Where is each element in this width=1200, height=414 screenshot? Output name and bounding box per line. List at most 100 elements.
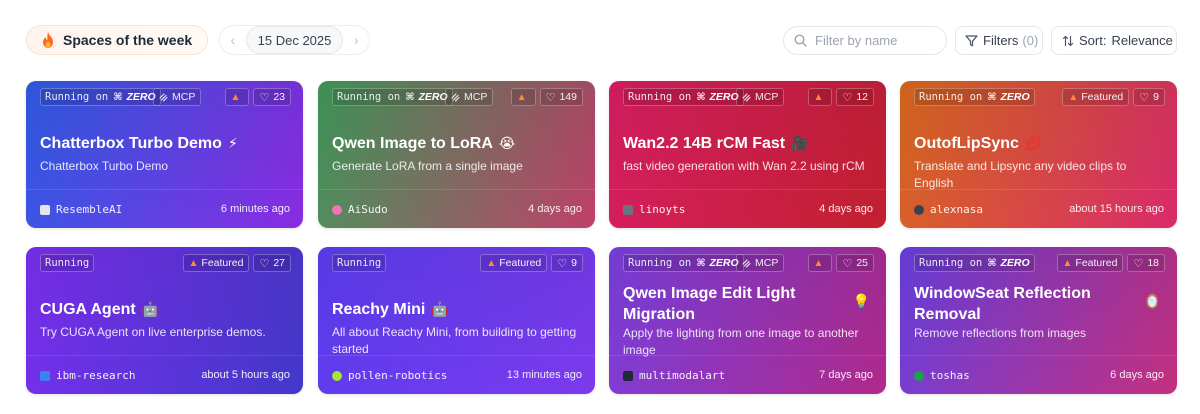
mcp-icon xyxy=(742,258,751,268)
zero-gpu-label: ZERO xyxy=(418,91,448,103)
filter-search-box[interactable] xyxy=(783,26,947,55)
zero-gpu-icon: ⌘ xyxy=(113,91,123,103)
like-button[interactable]: ♡ 149 xyxy=(539,88,583,106)
owner-name: linoyts xyxy=(639,203,686,216)
trending-badge: ▲ Featured xyxy=(1062,88,1130,106)
space-card[interactable]: Running on ⌘ ZERO MCP ▲ ♡ 23 Chatterbox Turbo D… xyxy=(26,81,303,228)
like-count: 23 xyxy=(273,91,285,103)
running-label: Running on xyxy=(919,91,983,103)
space-title: Wan2.2 14B rCM Fast 🎥 xyxy=(623,133,845,154)
featured-label: Featured xyxy=(201,257,244,269)
space-title-text: CUGA Agent xyxy=(40,301,136,318)
next-week-button[interactable]: › xyxy=(343,26,369,54)
space-card[interactable]: Running on ⌘ ZERO ▲ Featured ♡ 18 WindowSeat Re… xyxy=(900,247,1177,394)
heart-icon: ♡ xyxy=(842,91,853,104)
card-divider xyxy=(318,189,595,190)
like-button[interactable]: ♡ 12 xyxy=(836,88,874,106)
owner-avatar xyxy=(40,370,50,381)
space-card[interactable]: Running on ⌘ ZERO MCP ▲ ♡ 149 Qwen Image to LoR… xyxy=(318,81,595,228)
flame-icon: ▲ xyxy=(516,91,527,103)
updated-time: about 5 hours ago xyxy=(201,369,290,381)
previous-week-button[interactable]: ‹ xyxy=(220,26,246,54)
spaces-of-the-week-chip[interactable]: Spaces of the week xyxy=(26,25,208,55)
space-owner[interactable]: multimodalart xyxy=(623,369,725,382)
filters-count: (0) xyxy=(1022,33,1039,48)
card-badges: ▲ Featured ♡ 18 xyxy=(1056,254,1165,272)
space-description: Apply the lighting from one image to ano… xyxy=(623,326,859,357)
owner-avatar xyxy=(623,204,633,215)
space-title: CUGA Agent 🤖 xyxy=(40,299,262,320)
space-owner[interactable]: toshas xyxy=(914,369,970,382)
zero-gpu-icon: ⌘ xyxy=(696,91,706,103)
space-description: All about Reachy Mini, from building to … xyxy=(332,325,577,356)
trending-badge: ▲ xyxy=(807,254,833,272)
space-description: Generate LoRA from a single image xyxy=(332,159,523,173)
trending-badge: ▲ Featured xyxy=(480,254,548,272)
heart-icon: ♡ xyxy=(842,257,853,270)
like-count: 18 xyxy=(1147,257,1159,269)
like-button[interactable]: ♡ 25 xyxy=(836,254,874,272)
card-badges: ▲ ♡ 25 xyxy=(807,254,874,272)
space-title-text: Qwen Image Edit Light Migration xyxy=(623,285,796,323)
space-card[interactable]: Running on ⌘ ZERO MCP ▲ ♡ 12 Wan2.2 14B rCM Fas… xyxy=(609,81,886,228)
owner-name: multimodalart xyxy=(639,369,726,382)
funnel-icon xyxy=(965,34,978,46)
date-display[interactable]: 15 Dec 2025 xyxy=(245,26,344,54)
sort-button[interactable]: Sort: Relevance xyxy=(1051,26,1177,55)
space-owner[interactable]: alexnasa xyxy=(914,203,983,216)
card-divider xyxy=(26,355,303,356)
card-divider xyxy=(609,189,886,190)
space-card[interactable]: Running ▲ Featured ♡ 9 Reachy Mini 🤖 All about … xyxy=(318,247,595,394)
space-emoji-icon: 🪞 xyxy=(1143,293,1161,309)
space-title-text: WindowSeat Reflection Removal xyxy=(914,285,1091,323)
like-button[interactable]: ♡ 27 xyxy=(253,254,291,272)
space-owner[interactable]: pollen-robotics xyxy=(332,369,447,382)
space-owner[interactable]: ibm-research xyxy=(40,369,135,382)
mcp-label: MCP xyxy=(755,91,779,103)
trending-badge: ▲ xyxy=(807,88,833,106)
space-emoji-icon: ⚡ xyxy=(227,135,238,151)
space-title-text: Wan2.2 14B rCM Fast xyxy=(623,135,786,152)
updated-time: 6 minutes ago xyxy=(220,203,290,215)
toolbar: Spaces of the week ‹ 15 Dec 2025 › Filte… xyxy=(0,0,1200,80)
card-badges: ▲ Featured ♡ 9 xyxy=(1062,88,1165,106)
sort-value: Relevance xyxy=(1111,33,1173,48)
filter-by-name-input[interactable] xyxy=(815,33,935,48)
space-title: OutofLipSync 💋 xyxy=(914,133,1136,154)
owner-name: alexnasa xyxy=(930,203,983,216)
space-card[interactable]: Running on ⌘ ZERO MCP ▲ ♡ 25 Qwen Image Edit Li… xyxy=(609,247,886,394)
running-status-badge: Running xyxy=(40,254,95,272)
running-status-badge: Running on ⌘ ZERO xyxy=(914,254,1035,272)
space-card[interactable]: Running on ⌘ ZERO ▲ Featured ♡ 9 OutofLipSync 💋 T… xyxy=(900,81,1177,228)
updated-time: 4 days ago xyxy=(528,203,582,215)
featured-label: Featured xyxy=(1075,257,1118,269)
owner-name: ResembleAI xyxy=(56,203,123,216)
space-emoji-icon: 💋 xyxy=(1024,135,1043,151)
space-owner[interactable]: ResembleAI xyxy=(40,203,122,216)
owner-avatar xyxy=(623,370,633,381)
like-button[interactable]: ♡ 9 xyxy=(1133,88,1165,106)
space-card[interactable]: Running ▲ Featured ♡ 27 CUGA Agent 🤖 Try CUGA A… xyxy=(26,247,303,394)
like-button[interactable]: ♡ 18 xyxy=(1127,254,1165,272)
heart-icon: ♡ xyxy=(1139,91,1150,104)
flame-icon: ▲ xyxy=(188,257,199,269)
card-badges: ▲ ♡ 149 xyxy=(510,88,583,106)
space-description: fast video generation with Wan 2.2 using… xyxy=(623,159,865,173)
owner-name: ibm-research xyxy=(56,369,136,382)
mcp-label: MCP xyxy=(755,257,779,269)
filters-button[interactable]: Filters (0) xyxy=(955,26,1043,55)
running-label: Running xyxy=(45,257,90,269)
running-label: Running xyxy=(337,257,382,269)
running-status-badge: Running on ⌘ ZERO xyxy=(623,88,744,106)
like-button[interactable]: ♡ 9 xyxy=(551,254,583,272)
space-owner[interactable]: AiSudo xyxy=(332,203,388,216)
owner-name: pollen-robotics xyxy=(348,369,448,382)
flame-icon xyxy=(43,32,53,48)
updated-time: 4 days ago xyxy=(819,203,873,215)
space-owner[interactable]: linoyts xyxy=(623,203,685,216)
updated-time: 7 days ago xyxy=(819,369,873,381)
space-title: Chatterbox Turbo Demo ⚡ xyxy=(40,133,262,154)
card-divider xyxy=(26,189,303,190)
heart-icon: ♡ xyxy=(557,257,568,270)
like-button[interactable]: ♡ 23 xyxy=(253,88,291,106)
